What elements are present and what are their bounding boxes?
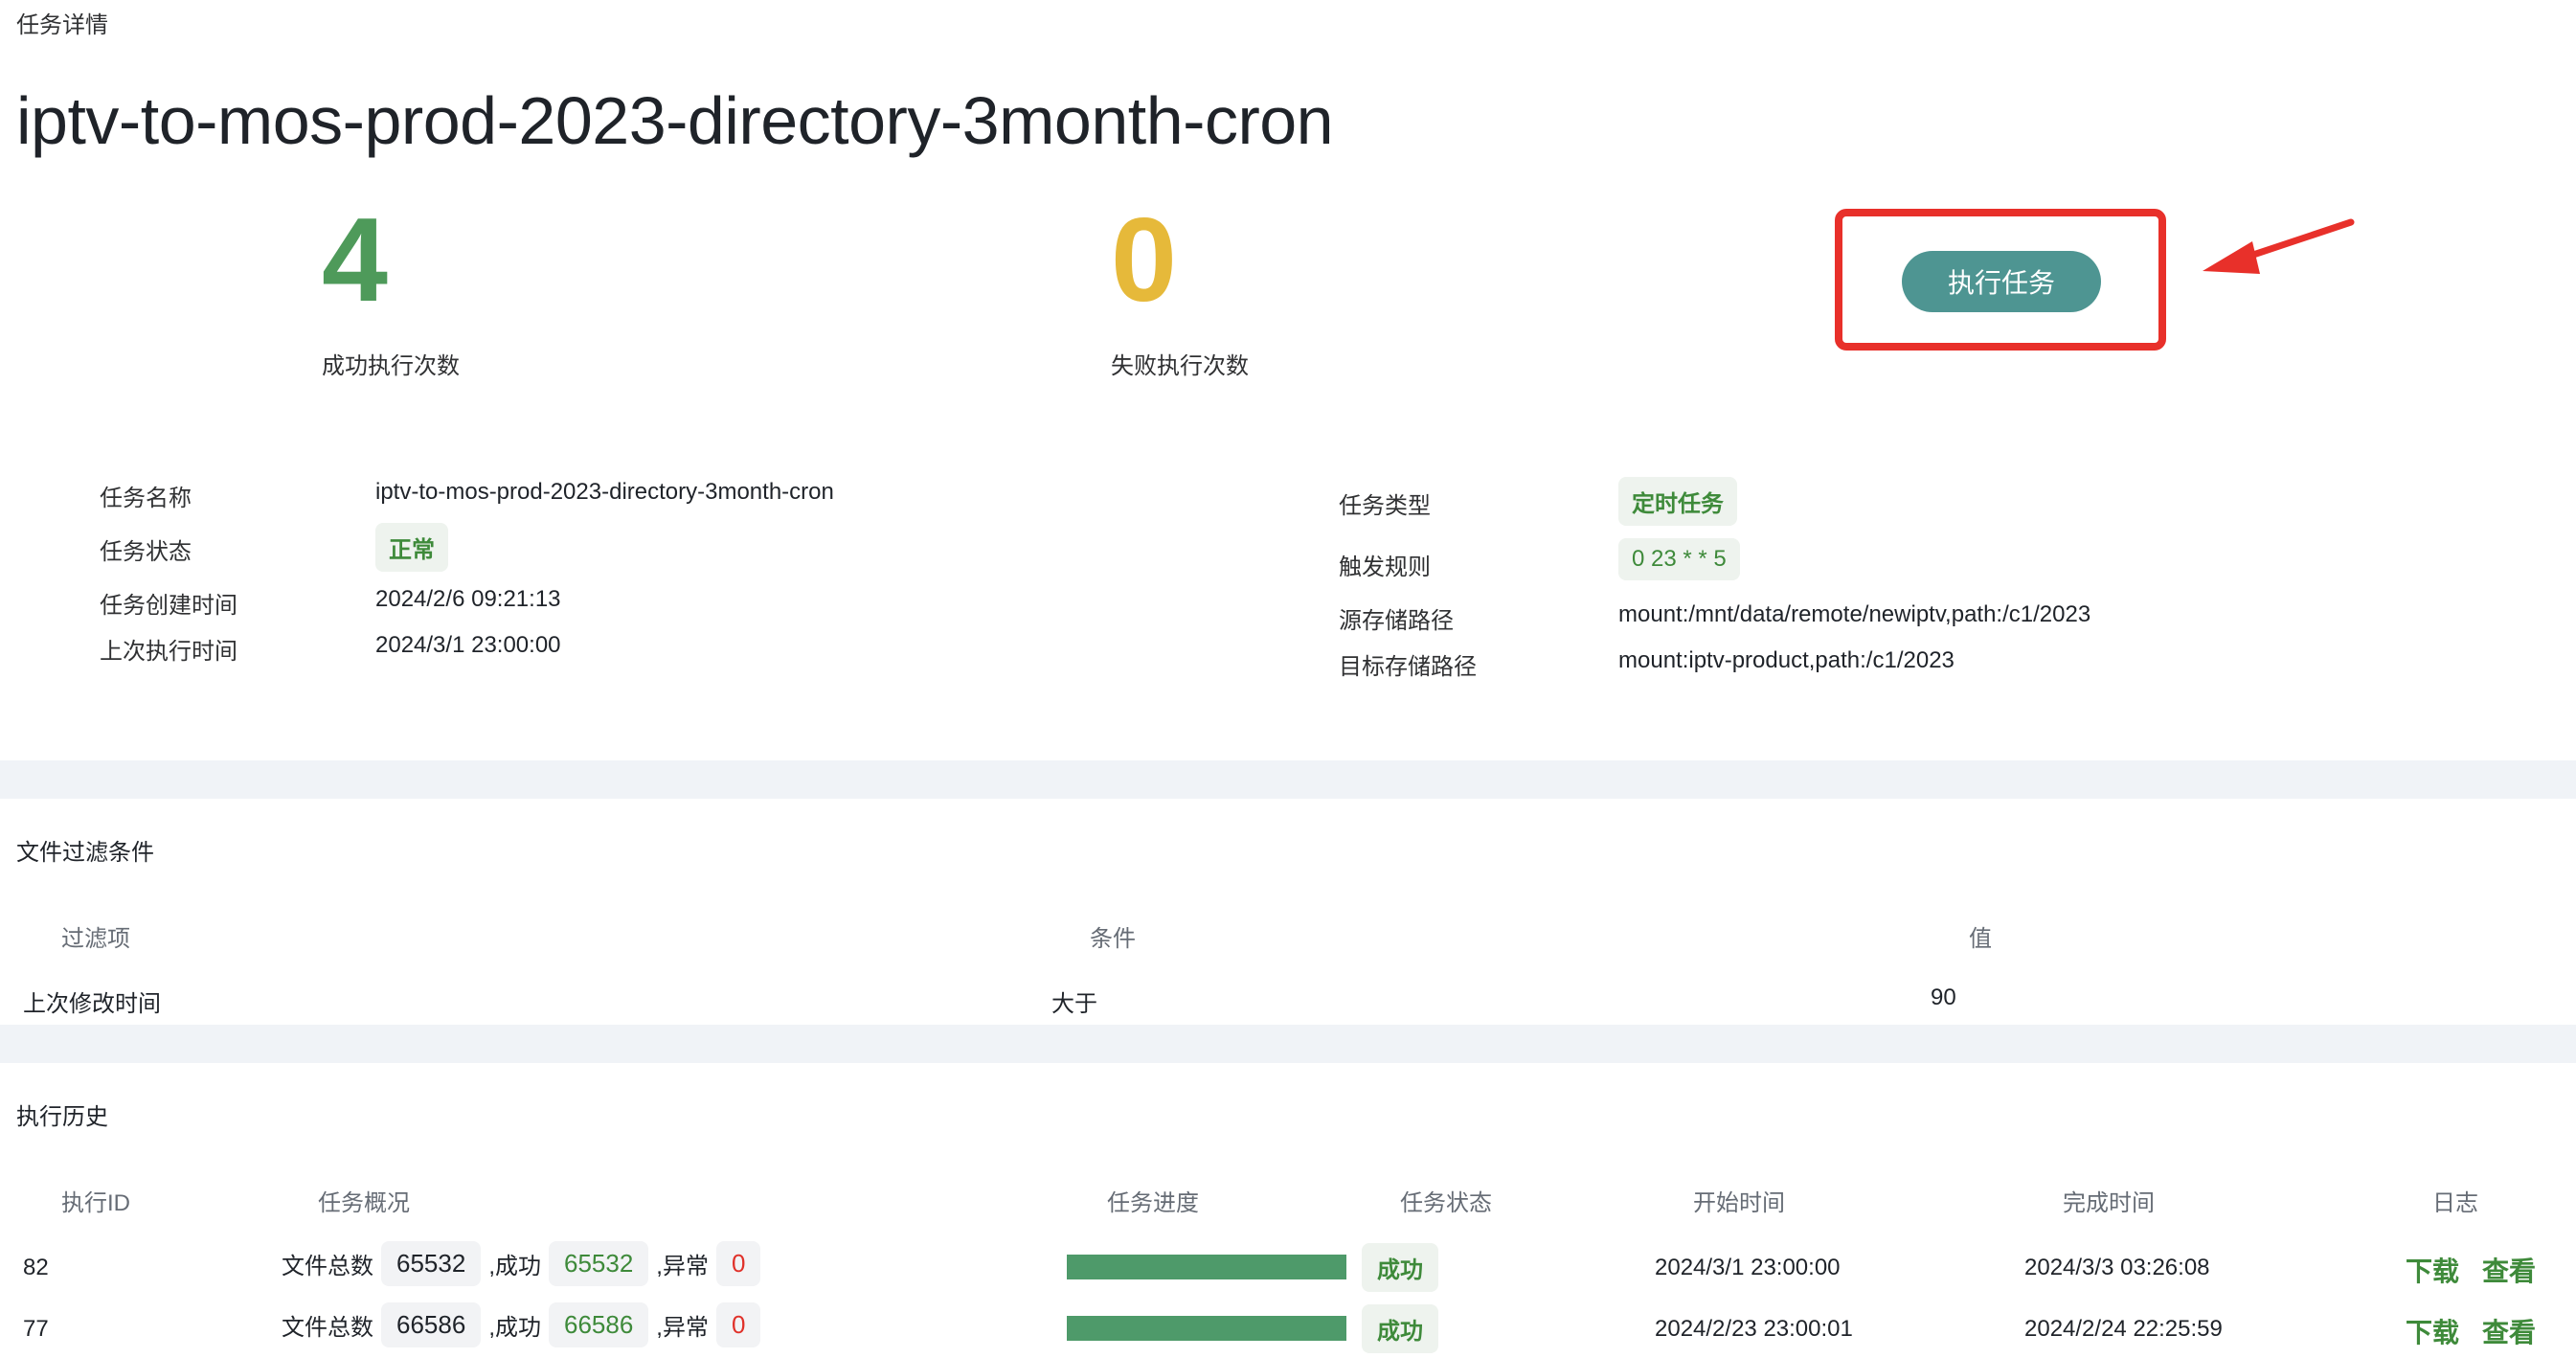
- summary-error-label: ,异常: [656, 1254, 709, 1279]
- section-divider: [0, 1025, 2576, 1063]
- download-log-link[interactable]: 下载: [2406, 1312, 2459, 1350]
- summary-error-label: ,异常: [656, 1315, 709, 1341]
- history-section-title: 执行历史: [16, 1104, 108, 1130]
- history-row-id: 82: [23, 1255, 49, 1280]
- summary-error-count: 0: [715, 1241, 761, 1286]
- history-row-id: 77: [23, 1316, 49, 1342]
- info-label-created-time: 任务创建时间: [100, 593, 237, 619]
- progress-fill: [1067, 1255, 1346, 1279]
- history-row-progress-bar: [1067, 1316, 1346, 1341]
- download-log-link[interactable]: 下载: [2406, 1251, 2459, 1289]
- history-header-progress: 任务进度: [1107, 1190, 1199, 1216]
- filter-row-value: 90: [1931, 985, 1956, 1010]
- page-title: iptv-to-mos-prod-2023-directory-3month-c…: [16, 83, 1334, 158]
- progress-fill: [1067, 1316, 1346, 1341]
- summary-total-label: 文件总数: [282, 1315, 373, 1341]
- history-row-start-time: 2024/2/23 23:00:01: [1655, 1316, 1853, 1342]
- history-row-status-tag: 成功: [1362, 1243, 1438, 1292]
- section-divider: [0, 760, 2576, 799]
- filter-row-item: 上次修改时间: [23, 991, 161, 1017]
- success-count-label: 成功执行次数: [322, 353, 460, 379]
- info-value-target-path: mount:iptv-product,path:/c1/2023: [1618, 647, 1955, 673]
- filter-header-condition: 条件: [1090, 926, 1136, 952]
- info-label-target-path: 目标存储路径: [1339, 654, 1477, 680]
- info-label-trigger-rule: 触发规则: [1339, 555, 1431, 580]
- history-row-summary: 文件总数 65532 ,成功 65532 ,异常 0: [282, 1241, 768, 1286]
- summary-success-label: ,成功: [488, 1315, 541, 1341]
- summary-total-count: 66586: [381, 1302, 482, 1347]
- history-row-status-tag: 成功: [1362, 1304, 1438, 1353]
- fail-count-label: 失败执行次数: [1111, 353, 1249, 379]
- history-row-end-time: 2024/3/3 03:26:08: [2024, 1255, 2210, 1280]
- summary-total-label: 文件总数: [282, 1254, 373, 1279]
- history-row-progress-bar: [1067, 1255, 1346, 1279]
- info-label-task-type: 任务类型: [1339, 493, 1431, 519]
- summary-total-count: 65532: [381, 1241, 482, 1286]
- history-header-start: 开始时间: [1693, 1190, 1785, 1216]
- info-label-task-name: 任务名称: [100, 486, 192, 511]
- info-value-task-name: iptv-to-mos-prod-2023-directory-3month-c…: [375, 479, 834, 505]
- history-header-log: 日志: [2432, 1190, 2478, 1216]
- trigger-rule-tag: 0 23 * * 5: [1618, 538, 1740, 580]
- run-task-button[interactable]: 执行任务: [1902, 251, 2101, 312]
- view-log-link[interactable]: 查看: [2482, 1251, 2536, 1289]
- summary-error-count: 0: [715, 1302, 761, 1347]
- breadcrumb[interactable]: 任务详情: [16, 6, 108, 39]
- history-header-summary: 任务概况: [318, 1190, 410, 1216]
- history-header-id: 执行ID: [61, 1190, 130, 1216]
- history-header-status: 任务状态: [1400, 1190, 1492, 1216]
- info-label-source-path: 源存储路径: [1339, 608, 1454, 634]
- filter-section-title: 文件过滤条件: [16, 840, 154, 866]
- info-value-source-path: mount:/mnt/data/remote/newiptv,path:/c1/…: [1618, 601, 2091, 627]
- info-value-last-run-time: 2024/3/1 23:00:00: [375, 632, 561, 658]
- filter-row-condition: 大于: [1051, 991, 1097, 1017]
- fail-count: 0: [1111, 194, 1177, 327]
- success-count: 4: [322, 194, 388, 327]
- task-type-tag: 定时任务: [1618, 477, 1737, 526]
- filter-header-item: 过滤项: [61, 926, 130, 952]
- info-label-task-status: 任务状态: [100, 539, 192, 565]
- info-label-last-run-time: 上次执行时间: [100, 639, 237, 665]
- summary-success-count: 65532: [548, 1241, 649, 1286]
- fail-count-stat: 0 失败执行次数: [1111, 201, 1249, 380]
- success-count-stat: 4 成功执行次数: [322, 201, 460, 380]
- history-header-end: 完成时间: [2063, 1190, 2155, 1216]
- history-row-end-time: 2024/2/24 22:25:59: [2024, 1316, 2223, 1342]
- annotation-arrow-icon: [2203, 218, 2355, 274]
- task-status-tag: 正常: [375, 523, 448, 572]
- task-detail-page: 任务详情 iptv-to-mos-prod-2023-directory-3mo…: [0, 0, 2576, 1358]
- history-row-start-time: 2024/3/1 23:00:00: [1655, 1255, 1841, 1280]
- filter-header-value: 值: [1969, 926, 1992, 952]
- summary-success-label: ,成功: [488, 1254, 541, 1279]
- history-row-summary: 文件总数 66586 ,成功 66586 ,异常 0: [282, 1302, 768, 1347]
- view-log-link[interactable]: 查看: [2482, 1312, 2536, 1350]
- summary-success-count: 66586: [548, 1302, 649, 1347]
- info-value-created-time: 2024/2/6 09:21:13: [375, 586, 561, 612]
